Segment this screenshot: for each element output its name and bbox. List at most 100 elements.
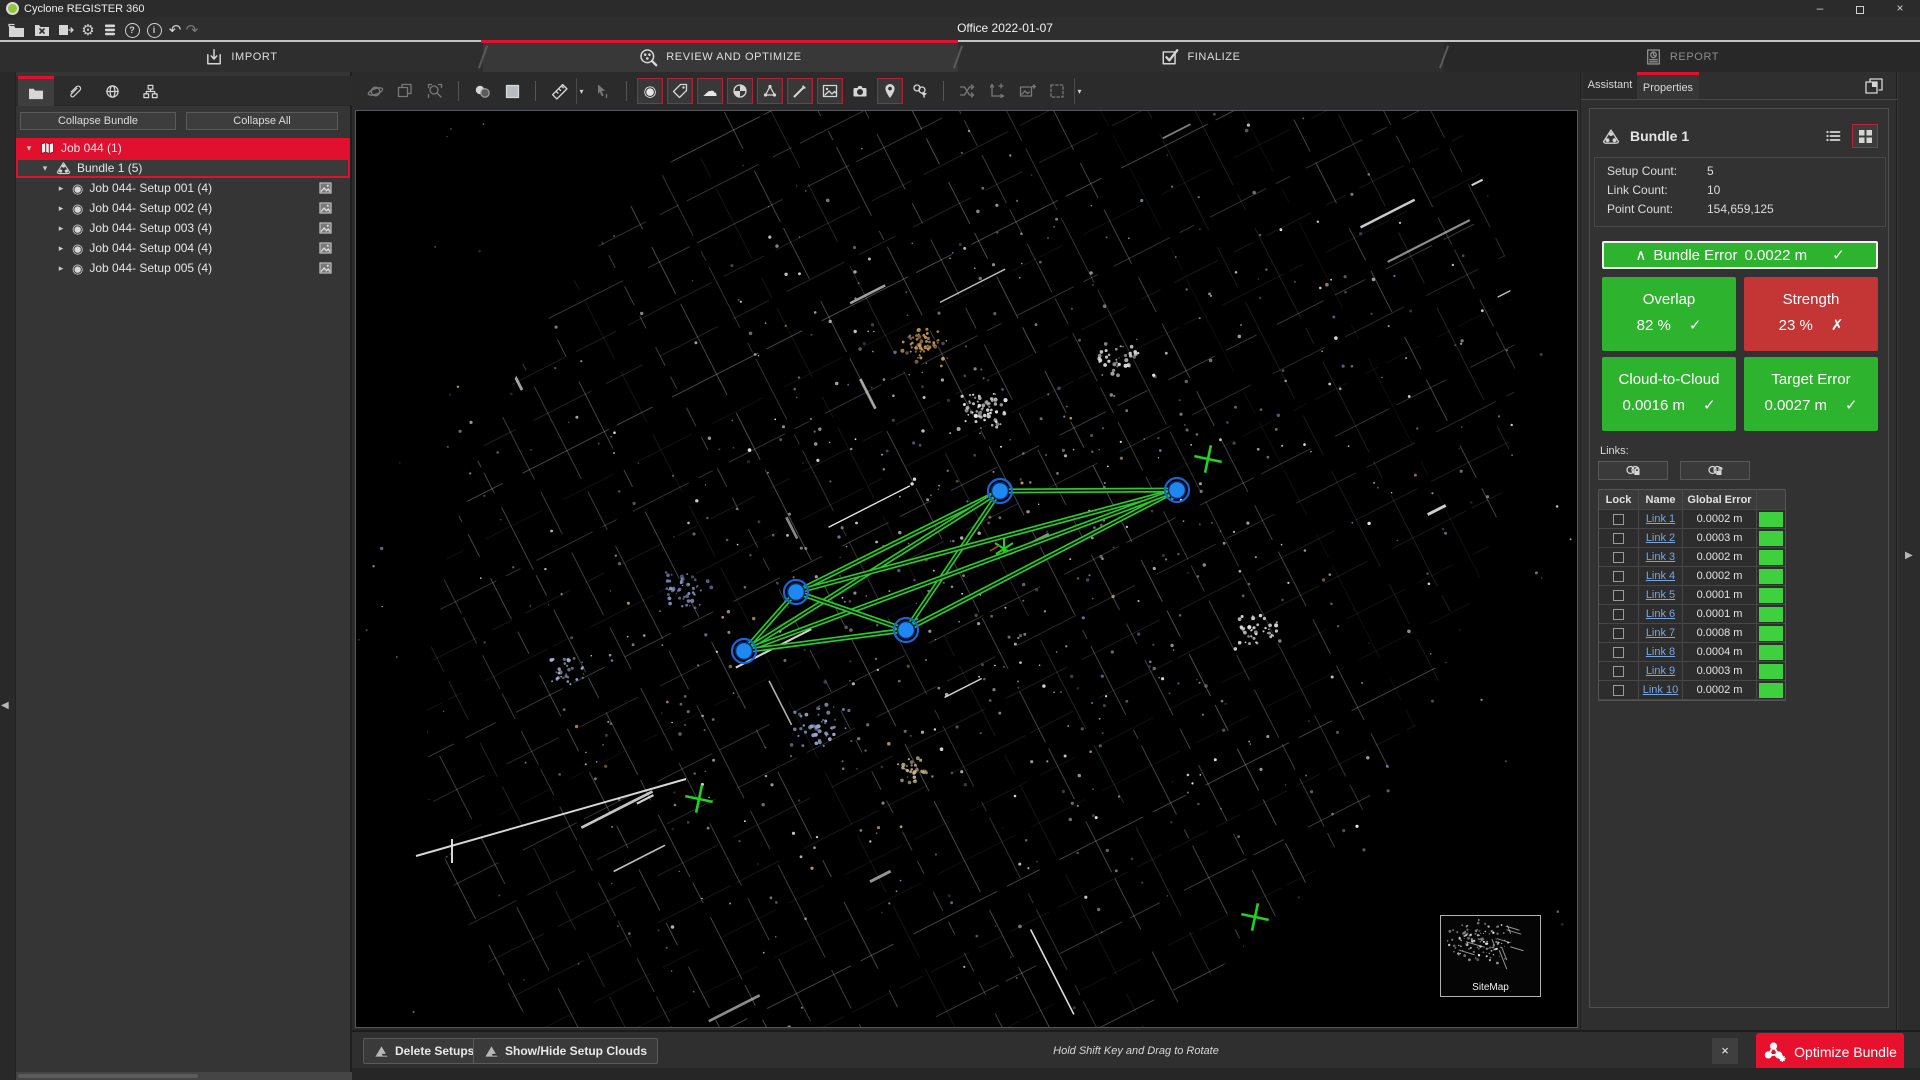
sidebar-scrollbar[interactable] [16,1072,352,1080]
quality-tile-target-error[interactable]: Target Error0.0027 m✓ [1744,357,1878,431]
link-name[interactable]: Link 3 [1646,551,1675,563]
expand-right-panel-icon[interactable]: ▶ [1905,550,1913,561]
quality-tile-overlap[interactable]: Overlap82 %✓ [1602,277,1736,351]
toggle-setups-button[interactable]: ◉ [637,78,663,104]
tree-row-setup[interactable]: ▸◉Job 044- Setup 001 (4) [16,178,350,198]
point-cloud-viewport[interactable]: SiteMap [355,110,1578,1028]
open-project-button[interactable] [4,19,28,41]
lock-all-links-button[interactable] [1598,461,1668,480]
fence-dropdown-caret[interactable]: ▾ [1074,78,1084,104]
expand-panel-button[interactable] [1860,74,1888,98]
expand-arrow-icon[interactable]: ▸ [56,203,66,214]
tab-properties[interactable]: Properties [1637,72,1699,100]
tab-finalize[interactable]: FINALIZE [958,42,1444,72]
toggle-clouds-button[interactable]: ☁ [697,78,723,104]
archive-button[interactable] [54,19,78,41]
cloud-color-button[interactable] [469,78,495,104]
storage-button[interactable] [98,19,122,41]
expand-arrow-icon[interactable]: ▸ [56,263,66,274]
lock-checkbox[interactable] [1613,514,1624,525]
collapse-bundle-button[interactable]: Collapse Bundle [20,112,176,130]
column-global-error[interactable]: Global Error [1683,490,1757,510]
bundle-network-layer[interactable] [356,111,1578,1028]
link-name[interactable]: Link 10 [1643,684,1678,696]
tree-row-setup[interactable]: ▸◉Job 044- Setup 004 (4) [16,238,350,258]
tab-review-and-optimize[interactable]: REVIEW AND OPTIMIZE [483,42,958,72]
overlap-view-button[interactable] [392,78,418,104]
pick-point-button[interactable] [590,78,616,104]
toggle-tags-button[interactable] [667,78,693,104]
zoom-region-button[interactable] [422,78,448,104]
fence-tool-button[interactable] [1044,78,1070,104]
link-filter-button[interactable] [907,78,933,104]
tree-row-setup[interactable]: ▸◉Job 044- Setup 003 (4) [16,218,350,238]
redo-button[interactable]: ↷ [180,19,204,41]
grid-view-button[interactable] [1852,124,1878,148]
tab-report[interactable]: REPORT [1444,42,1920,72]
expand-arrow-icon[interactable]: ▸ [56,223,66,234]
toggle-geotags-button[interactable] [877,78,903,104]
close-project-button[interactable] [30,19,54,41]
setup-image-thumb-icon[interactable] [319,182,332,194]
right-collapse-rail[interactable]: ▶ [1897,72,1920,1030]
close-toolbar-button[interactable]: × [1712,1038,1738,1064]
setup-image-thumb-icon[interactable] [319,222,332,234]
tree-row-bundle[interactable]: ▾ Bundle 1 (5) [16,158,350,178]
sidebar-tab-project[interactable] [18,76,54,106]
lock-checkbox[interactable] [1613,571,1624,582]
link-name[interactable]: Link 1 [1646,513,1675,525]
lock-checkbox[interactable] [1613,628,1624,639]
lock-checkbox[interactable] [1613,533,1624,544]
tab-import[interactable]: IMPORT [0,42,483,72]
tree-row-job[interactable]: ▾ Job 044 (1) [16,138,350,158]
bundle-error-banner[interactable]: ∧ Bundle Error 0.0022 m ✓ [1602,241,1878,269]
orbit-tool-button[interactable] [362,78,388,104]
column-name[interactable]: Name [1639,490,1683,510]
setup-image-thumb-icon[interactable] [319,202,332,214]
link-name[interactable]: Link 4 [1646,570,1675,582]
sidebar-tab-attachments[interactable] [56,76,92,106]
expand-arrow-icon[interactable]: ▸ [56,183,66,194]
add-image-button[interactable] [1014,78,1040,104]
column-lock[interactable]: Lock [1599,490,1639,510]
sitemap-inset[interactable]: SiteMap [1440,915,1541,997]
tree-row-setup[interactable]: ▸◉Job 044- Setup 005 (4) [16,258,350,278]
lock-checkbox[interactable] [1613,685,1624,696]
delete-setups-button[interactable]: Delete Setups [363,1038,485,1064]
settings-button[interactable]: ⚙ [76,19,100,41]
lock-checkbox[interactable] [1613,609,1624,620]
show-hide-setup-clouds-button[interactable]: Show/Hide Setup Clouds [473,1038,658,1064]
sidebar-tab-sitemap[interactable] [132,76,168,106]
background-color-button[interactable] [499,78,525,104]
link-name[interactable]: Link 9 [1646,665,1675,677]
lock-checkbox[interactable] [1613,666,1624,677]
list-view-button[interactable] [1820,124,1846,148]
setup-image-thumb-icon[interactable] [319,262,332,274]
collapse-left-panel-icon[interactable]: ◀ [1,700,9,711]
measure-tool-button[interactable] [546,78,572,104]
quality-tile-strength[interactable]: Strength23 %✗ [1744,277,1878,351]
lock-checkbox[interactable] [1613,552,1624,563]
auto-links-button[interactable] [954,78,980,104]
link-name[interactable]: Link 8 [1646,646,1675,658]
collapse-arrow-icon[interactable]: ▾ [40,163,50,174]
link-name[interactable]: Link 5 [1646,589,1675,601]
restore-button[interactable] [1840,0,1880,18]
quality-tile-cloud-to-cloud[interactable]: Cloud-to-Cloud0.0016 m✓ [1602,357,1736,431]
toggle-targets-button[interactable] [727,78,753,104]
lock-checkbox[interactable] [1613,590,1624,601]
link-name[interactable]: Link 6 [1646,608,1675,620]
setup-image-thumb-icon[interactable] [319,242,332,254]
tab-assistant[interactable]: Assistant [1583,72,1637,100]
toggle-network-button[interactable] [757,78,783,104]
add-axis-button[interactable] [984,78,1010,104]
tree-row-setup[interactable]: ▸◉Job 044- Setup 002 (4) [16,198,350,218]
collapse-arrow-icon[interactable]: ▾ [24,143,34,154]
link-name[interactable]: Link 2 [1646,532,1675,544]
help-button[interactable]: ? [120,19,144,41]
toggle-links-button[interactable] [787,78,813,104]
optimize-bundle-button[interactable]: Optimize Bundle [1756,1033,1904,1070]
lock-checkbox[interactable] [1613,647,1624,658]
minimize-button[interactable]: – [1800,0,1840,18]
toggle-images-button[interactable] [817,78,843,104]
